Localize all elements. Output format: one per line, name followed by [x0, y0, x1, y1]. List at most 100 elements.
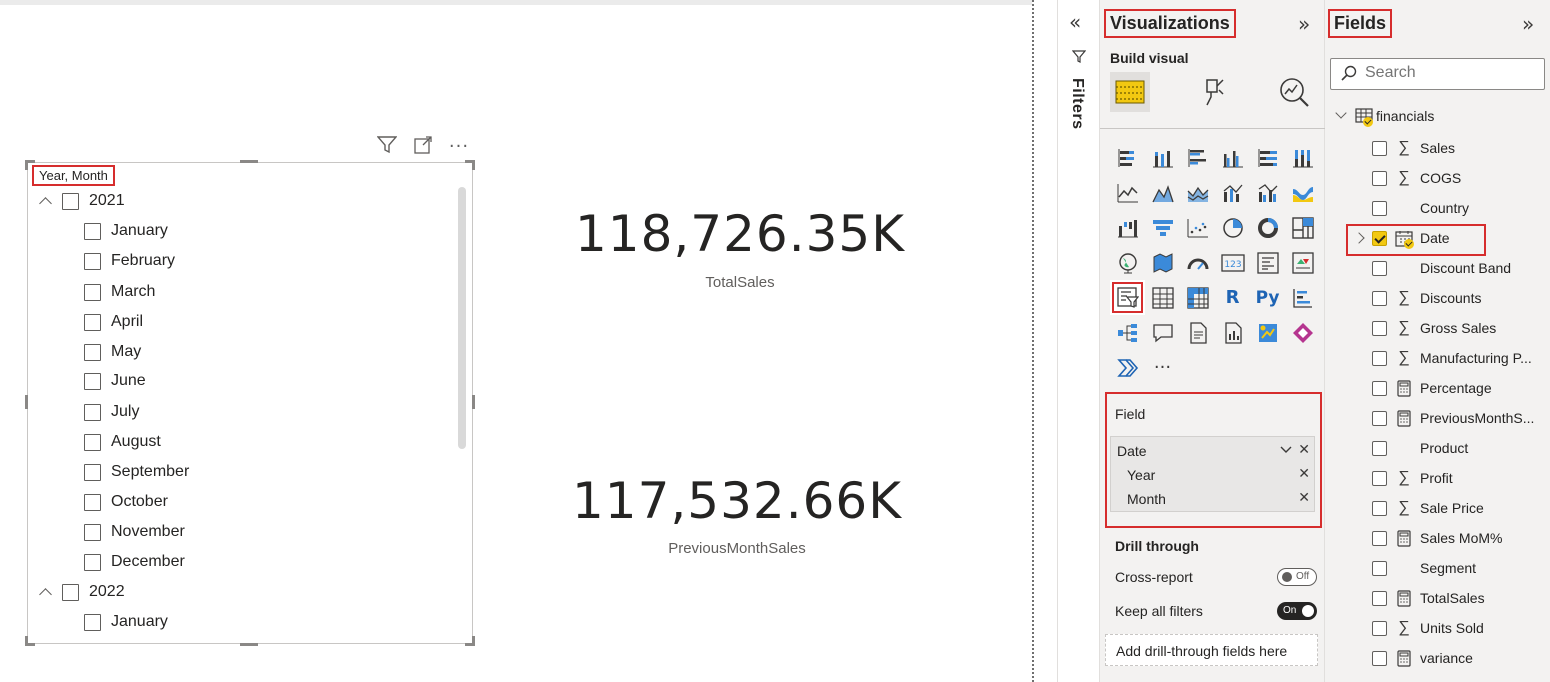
slicer-scrollbar[interactable] [458, 187, 466, 449]
matrix-icon[interactable] [1180, 280, 1215, 315]
line-and-clustered-column-chart-icon[interactable] [1250, 175, 1285, 210]
more-options-icon[interactable]: ··· [448, 136, 470, 158]
donut-chart-icon[interactable] [1250, 210, 1285, 245]
azure-map-icon[interactable] [1250, 315, 1285, 350]
ribbon-chart-icon[interactable] [1285, 175, 1320, 210]
100-stacked-column-chart-icon[interactable] [1285, 140, 1320, 175]
slicer-month-row[interactable]: September [84, 463, 189, 481]
slicer-checkbox[interactable] [84, 493, 101, 511]
clustered-bar-chart-icon[interactable] [1180, 140, 1215, 175]
keep-all-filters-toggle[interactable]: On [1277, 602, 1317, 620]
field-checkbox[interactable] [1372, 500, 1387, 516]
slicer-icon[interactable] [1110, 280, 1145, 315]
field-checkbox[interactable] [1372, 380, 1387, 396]
focus-mode-icon[interactable] [412, 136, 434, 158]
waterfall-chart-icon[interactable] [1110, 210, 1145, 245]
field-checkbox[interactable] [1372, 170, 1387, 186]
remove-field-icon[interactable]: ✕ [1298, 442, 1310, 458]
cross-report-toggle[interactable]: Off [1277, 568, 1317, 586]
slicer-month-row[interactable]: November [84, 523, 185, 541]
power-automate-icon[interactable] [1110, 350, 1145, 385]
multi-row-card-icon[interactable] [1250, 245, 1285, 280]
clustered-column-chart-icon[interactable] [1215, 140, 1250, 175]
field-item[interactable]: Segment [1372, 557, 1476, 579]
field-item[interactable]: ∑ COGS [1372, 167, 1461, 189]
kpi-icon[interactable] [1285, 245, 1320, 280]
smart-narrative-icon[interactable] [1180, 315, 1215, 350]
filter-icon[interactable] [376, 136, 398, 158]
stacked-column-chart-icon[interactable] [1145, 140, 1180, 175]
slicer-month-row[interactable]: January [84, 613, 168, 631]
r-script-visual-icon[interactable]: R [1215, 280, 1250, 315]
table-node-financials[interactable]: financials [1335, 107, 1434, 127]
field-checkbox[interactable] [1372, 440, 1387, 456]
field-checkbox[interactable] [1372, 590, 1387, 606]
key-influencers-icon[interactable] [1285, 280, 1320, 315]
expand-double-chevron-icon[interactable]: » [1522, 12, 1534, 36]
slicer-checkbox[interactable] [84, 553, 101, 571]
resize-handle[interactable] [465, 160, 475, 170]
pie-chart-icon[interactable] [1215, 210, 1250, 245]
funnel-chart-icon[interactable] [1145, 210, 1180, 245]
filters-pane-label[interactable]: Filters [1068, 78, 1086, 130]
decomposition-tree-icon[interactable] [1110, 315, 1145, 350]
format-visual-tab[interactable] [1194, 72, 1234, 112]
field-well-item-month[interactable]: Month [1127, 491, 1166, 507]
field-checkbox[interactable] [1372, 560, 1387, 576]
slicer-month-row[interactable]: August [84, 433, 161, 451]
slicer-month-row[interactable]: March [84, 283, 155, 301]
q-and-a-icon[interactable] [1145, 315, 1180, 350]
line-chart-icon[interactable] [1110, 175, 1145, 210]
field-checkbox[interactable] [1372, 320, 1387, 336]
field-well-item-date[interactable]: Date [1117, 443, 1147, 459]
field-checkbox[interactable] [1372, 530, 1387, 546]
field-item[interactable]: ∑ Sale Price [1372, 497, 1484, 519]
resize-handle[interactable] [472, 395, 475, 409]
line-and-stacked-column-chart-icon[interactable] [1215, 175, 1250, 210]
field-checkbox[interactable] [1372, 650, 1387, 666]
more-visuals-icon[interactable]: ··· [1145, 350, 1180, 385]
100-stacked-bar-chart-icon[interactable] [1250, 140, 1285, 175]
slicer-checkbox[interactable] [84, 463, 101, 481]
collapse-double-chevron-icon[interactable]: « [1069, 10, 1081, 34]
slicer-checkbox[interactable] [84, 613, 101, 631]
expand-double-chevron-icon[interactable]: » [1298, 12, 1310, 36]
slicer-checkbox[interactable] [84, 403, 101, 421]
year-month-slicer[interactable]: Year, Month 2021 January February March … [25, 160, 475, 646]
slicer-checkbox[interactable] [84, 222, 101, 240]
slicer-checkbox[interactable] [84, 283, 101, 301]
resize-handle[interactable] [465, 636, 475, 646]
field-checkbox[interactable] [1372, 290, 1387, 306]
field-item[interactable]: TotalSales [1372, 587, 1485, 609]
field-item[interactable]: Product [1372, 437, 1468, 459]
area-chart-icon[interactable] [1145, 175, 1180, 210]
resize-handle[interactable] [240, 643, 258, 646]
stacked-bar-chart-icon[interactable] [1110, 140, 1145, 175]
slicer-month-row[interactable]: February [84, 252, 175, 270]
gauge-icon[interactable] [1180, 245, 1215, 280]
collapse-chevron-icon[interactable] [38, 193, 54, 209]
filled-map-icon[interactable] [1145, 245, 1180, 280]
slicer-month-row[interactable]: December [84, 553, 185, 571]
resize-handle[interactable] [25, 395, 28, 409]
remove-field-icon[interactable]: ✕ [1298, 466, 1310, 482]
analytics-tab[interactable] [1274, 72, 1314, 112]
slicer-checkbox[interactable] [62, 583, 79, 601]
slicer-month-row[interactable]: May [84, 343, 141, 361]
field-item[interactable]: ∑ Units Sold [1372, 617, 1484, 639]
field-item[interactable]: Discount Band [1372, 257, 1511, 279]
slicer-month-row[interactable]: July [84, 403, 139, 421]
slicer-year-row[interactable]: 2022 [38, 583, 125, 601]
stacked-area-chart-icon[interactable] [1180, 175, 1215, 210]
slicer-month-row[interactable]: June [84, 372, 146, 390]
field-item[interactable]: ∑ Profit [1372, 467, 1453, 489]
field-item[interactable]: Percentage [1372, 377, 1492, 399]
field-checkbox[interactable] [1372, 350, 1387, 366]
remove-field-icon[interactable]: ✕ [1298, 490, 1310, 506]
python-visual-icon[interactable]: Py [1250, 280, 1285, 315]
card-icon[interactable]: 123 [1215, 245, 1250, 280]
slicer-month-row[interactable]: April [84, 313, 143, 331]
slicer-month-row[interactable]: October [84, 493, 168, 511]
slicer-checkbox[interactable] [84, 523, 101, 541]
scatter-chart-icon[interactable] [1180, 210, 1215, 245]
